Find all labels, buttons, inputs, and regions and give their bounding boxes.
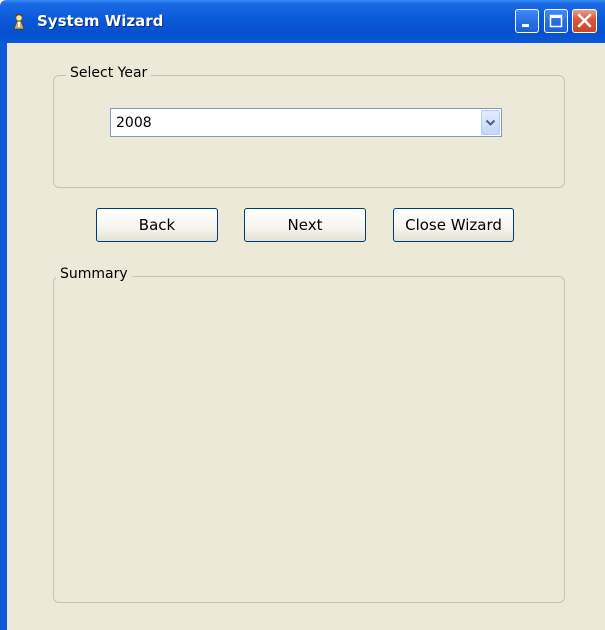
year-select-value: 2008 <box>116 115 152 131</box>
select-year-legend: Select Year <box>66 65 152 81</box>
summary-legend: Summary <box>56 266 132 282</box>
title-bar[interactable]: System Wizard <box>0 0 605 43</box>
year-select-dropdown-button[interactable] <box>481 110 500 135</box>
window-title: System Wizard <box>37 12 164 30</box>
close-window-button[interactable] <box>572 9 597 33</box>
maximize-icon <box>549 14 563 28</box>
minimize-icon <box>522 24 529 27</box>
maximize-button[interactable] <box>544 9 568 33</box>
close-icon <box>577 13 592 28</box>
minimize-button[interactable] <box>515 9 539 33</box>
window-frame-left <box>0 43 7 630</box>
close-wizard-button[interactable]: Close Wizard <box>393 208 514 242</box>
chevron-down-icon <box>485 119 496 126</box>
next-button[interactable]: Next <box>244 208 366 242</box>
system-wizard-window: System Wizard Select Year 2008 Back Next… <box>0 0 605 630</box>
wizard-app-icon <box>13 13 25 30</box>
back-button[interactable]: Back <box>96 208 218 242</box>
year-select[interactable]: 2008 <box>110 108 502 137</box>
summary-group <box>53 276 565 603</box>
